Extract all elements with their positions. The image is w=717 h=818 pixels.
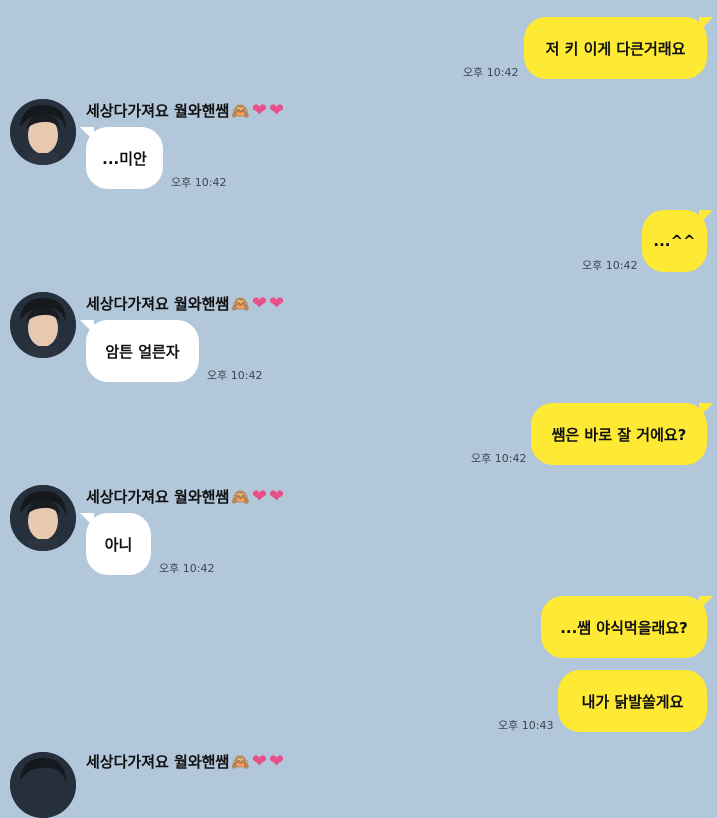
message-time: 오후 10:42 (463, 66, 519, 79)
sender-name-text: 세상다가져요 월와핸쌤 (86, 753, 230, 771)
message-time: 오후 10:42 (471, 452, 527, 465)
heart-icon: ❤ (269, 486, 285, 507)
avatar-image (10, 99, 76, 165)
message-time: 오후 10:42 (207, 369, 263, 382)
sender-name: 세상다가져요 월와핸쌤 🙈 ❤ ❤ (86, 751, 284, 772)
message-text: 저 키 이게 다큰거래요 (545, 39, 686, 58)
avatar[interactable] (10, 752, 76, 818)
message-bubble[interactable]: 암튼 얼른자 (80, 320, 199, 382)
avatar-image (10, 485, 76, 551)
sender-name-text: 세상다가져요 월와핸쌤 (86, 488, 230, 506)
message-bubble[interactable]: ...쌤 야식먹을래요? (541, 596, 713, 658)
heart-icon: ❤ (251, 486, 268, 507)
sender-name-text: 세상다가져요 월와핸쌤 (86, 102, 230, 120)
message-bubble[interactable]: 저 키 이게 다큰거래요 (524, 17, 713, 79)
message-bubble[interactable]: 내가 닭발쏠게요 (558, 670, 707, 732)
message-time: 오후 10:42 (159, 562, 215, 575)
message-bubble[interactable]: 아니 (80, 513, 151, 575)
message-text: ...^^ (653, 232, 696, 250)
heart-icon: ❤ (251, 293, 268, 314)
avatar[interactable] (10, 485, 76, 551)
heart-icon: ❤ (269, 293, 285, 314)
message-time: 오후 10:42 (582, 259, 638, 272)
avatar[interactable] (10, 99, 76, 165)
avatar-image (10, 752, 76, 818)
heart-icon: ❤ (269, 100, 285, 121)
message-bubble[interactable]: ...^^ (642, 210, 713, 272)
avatar[interactable] (10, 292, 76, 358)
message-text: 쌤은 바로 잘 거에요? (551, 425, 687, 444)
monkey-emoji-icon: 🙈 (231, 294, 250, 313)
message-text: 아니 (104, 535, 133, 554)
sender-name: 세상다가져요 월와핸쌤 🙈 ❤ ❤ (86, 486, 284, 507)
avatar-image (10, 292, 76, 358)
message-bubble[interactable]: 쌤은 바로 잘 거에요? (531, 403, 713, 465)
sender-name: 세상다가져요 월와핸쌤 🙈 ❤ ❤ (86, 100, 284, 121)
message-text: ...미안 (102, 149, 147, 168)
message-text: 내가 닭발쏠게요 (581, 692, 684, 711)
heart-icon: ❤ (251, 100, 268, 121)
heart-icon: ❤ (251, 751, 268, 772)
sender-name-text: 세상다가져요 월와핸쌤 (86, 295, 230, 313)
message-time: 오후 10:42 (171, 176, 227, 189)
sender-name: 세상다가져요 월와핸쌤 🙈 ❤ ❤ (86, 293, 284, 314)
message-time: 오후 10:43 (498, 719, 554, 732)
heart-icon: ❤ (269, 751, 285, 772)
message-bubble[interactable]: ...미안 (80, 127, 163, 189)
message-text: ...쌤 야식먹을래요? (560, 618, 688, 637)
monkey-emoji-icon: 🙈 (231, 101, 250, 120)
monkey-emoji-icon: 🙈 (231, 487, 250, 506)
message-text: 암튼 얼른자 (105, 342, 180, 361)
monkey-emoji-icon: 🙈 (231, 752, 250, 771)
